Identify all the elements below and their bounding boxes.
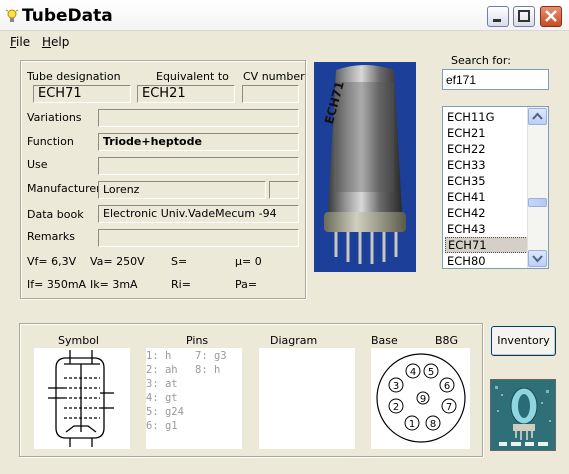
databook-label: Data book [27,208,84,221]
variations-field[interactable] [98,109,299,127]
base-pin-number: 3 [393,381,399,392]
maximize-button[interactable] [513,6,535,27]
cv-number-label: CV number [243,70,305,83]
maximize-icon [518,10,530,22]
pin-entry: 2: ah [146,364,178,376]
databook-field[interactable]: Electronic Univ.VadeMecum -94 [98,205,299,223]
manufacturer-label: Manufacturer [27,182,101,195]
pin-entry: 5: g24 [146,406,184,418]
symbol-drawing [34,348,130,449]
mu-value: µ= 0 [235,255,262,268]
manufacturer-field[interactable]: Lorenz [98,181,266,199]
vf-value: Vf= 6,3V [27,255,77,268]
list-scrollbar[interactable] [527,107,548,268]
va-value: Va= 250V [90,255,145,268]
base-pin-number: 8 [430,419,436,430]
window-title: TubeData [22,6,113,26]
base-pin-number: 4 [410,367,416,378]
pin-entry: 1: h [146,350,172,362]
pin-entry: 6: g1 [146,420,178,432]
base-pin-number: 1 [409,419,415,430]
menu-bar [0,32,569,52]
list-item[interactable]: ECH21 [445,125,528,141]
use-field[interactable] [98,157,299,175]
base-pin-number: 9 [420,394,426,405]
equivalent-label: Equivalent to [156,70,229,83]
base-label: Base [371,334,398,347]
pin-entry: 4: gt [146,392,178,404]
function-label: Function [27,135,74,148]
search-input[interactable] [442,69,549,90]
close-button[interactable] [540,6,562,27]
base-pin-number: 6 [444,381,450,392]
search-label: Search for: [451,54,511,67]
pin-entry: 8: h [195,364,221,376]
pins-label: Pins [186,334,209,347]
base-pin-number: 5 [428,367,434,378]
menu-help[interactable]: Help [42,35,69,49]
ik-value: Ik= 3mA [90,278,138,291]
list-item[interactable]: ECH35 [445,173,528,189]
chevron-down-icon [532,255,543,263]
scroll-down-button[interactable] [528,250,547,267]
list-item[interactable]: ECH22 [445,141,528,157]
list-item[interactable]: ECH42 [445,205,528,221]
list-item[interactable]: ECH41 [445,189,528,205]
inventory-button[interactable]: Inventory [491,326,556,356]
remarks-field[interactable] [98,229,299,247]
diagram-label: Diagram [270,334,318,347]
function-field[interactable]: Triode+heptode [98,133,299,151]
ri-value: Ri= [171,278,191,291]
scroll-up-button[interactable] [528,108,547,125]
cv-number-field[interactable] [242,85,299,103]
chevron-up-icon [532,112,543,120]
minimize-icon [493,19,501,22]
pin-entry: 7: g3 [195,350,227,362]
s-value: S= [171,255,188,268]
list-item-selected[interactable]: ECH71 [445,237,528,253]
close-icon [545,10,557,22]
pa-value: Pa= [235,278,258,291]
variations-label: Variations [27,111,82,124]
list-item[interactable]: ECH80 [445,253,528,268]
list-item[interactable]: ECH11G [445,109,528,125]
if-value: If= 350mA [27,278,87,291]
menu-file[interactable]: File [10,35,30,49]
manufacturer-extra-field[interactable] [269,181,299,199]
tube-designation-field[interactable]: ECH71 [33,85,131,103]
base-pin-number: 7 [446,402,452,413]
base-pin-number: 2 [393,402,399,413]
tube-designation-label: Tube designation [27,70,121,83]
scroll-thumb[interactable] [528,198,547,207]
list-item[interactable]: ECH43 [445,221,528,237]
base-pinout-diagram: 3 4 5 6 7 8 1 2 9 [371,348,470,449]
minimize-button[interactable] [487,6,509,27]
app-logo [490,379,556,451]
pin-entry: 3: at [146,378,178,390]
diagram-box [259,348,355,449]
list-item[interactable]: ECH33 [445,157,528,173]
use-label: Use [27,158,48,171]
base-type-label: B8G [435,334,459,347]
symbol-label: Symbol [58,334,99,347]
bulb-icon [5,8,19,27]
equivalent-field[interactable]: ECH21 [137,85,235,103]
remarks-label: Remarks [27,230,75,243]
